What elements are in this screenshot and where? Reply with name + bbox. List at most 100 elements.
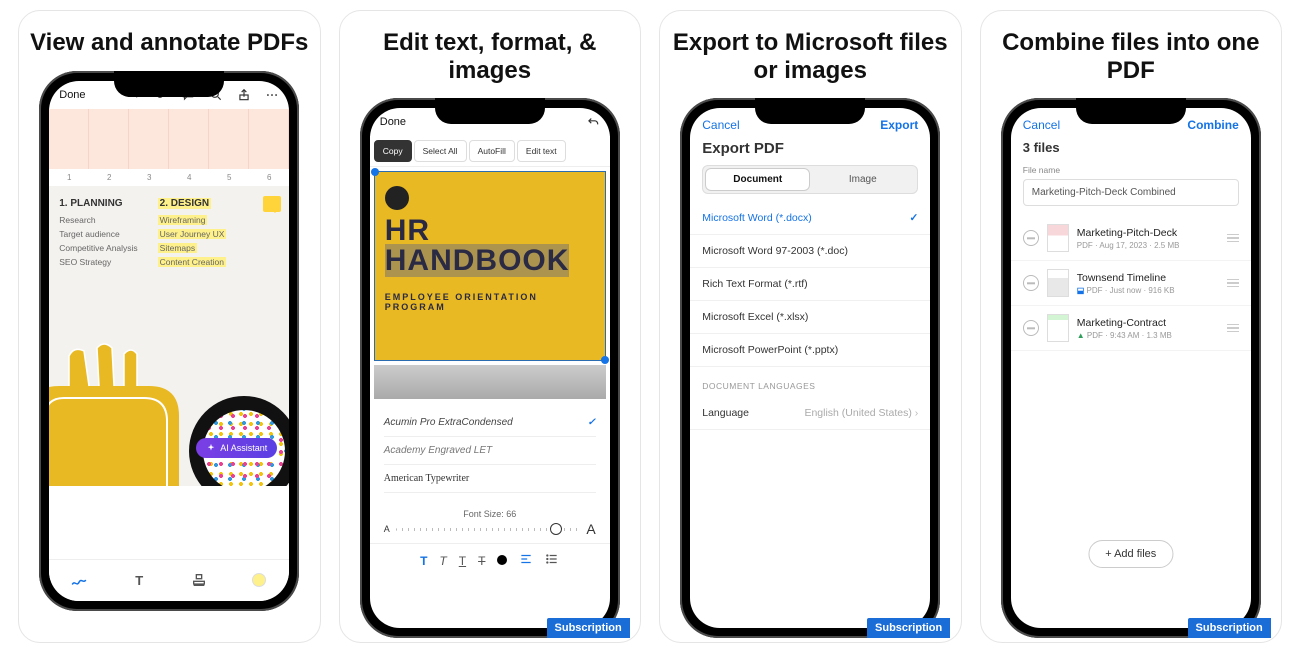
italic-icon[interactable]: T bbox=[439, 554, 446, 568]
headline: View and annotate PDFs bbox=[30, 29, 308, 57]
ai-assistant-button[interactable]: AI Assistant bbox=[196, 438, 277, 458]
file-meta: ▲ PDF · 9:43 AM · 1.3 MB bbox=[1077, 331, 1172, 340]
document-image bbox=[374, 365, 606, 399]
headline: Export to Microsoft files or images bbox=[670, 29, 951, 84]
phone-frame: Cancel Export Export PDF Document Image … bbox=[680, 98, 940, 638]
phone-notch bbox=[755, 98, 865, 124]
file-count: 3 files bbox=[1011, 136, 1251, 165]
color-icon[interactable] bbox=[497, 554, 507, 568]
phone-notch bbox=[435, 98, 545, 124]
format-option[interactable]: Rich Text Format (*.rtf) bbox=[690, 268, 930, 301]
format-option[interactable]: Microsoft Word 97-2003 (*.doc) bbox=[690, 235, 930, 268]
cancel-button[interactable]: Cancel bbox=[1023, 118, 1060, 132]
cover-subtitle: EMPLOYEE ORIENTATION PROGRAM bbox=[385, 292, 595, 312]
list-icon[interactable] bbox=[545, 552, 559, 569]
text-tool-icon[interactable]: T bbox=[130, 571, 148, 589]
drag-handle-icon[interactable] bbox=[1227, 279, 1239, 288]
file-row: Marketing-Pitch-Deck PDF · Aug 17, 2023 … bbox=[1011, 216, 1251, 261]
more-icon[interactable] bbox=[265, 88, 279, 102]
subscription-badge: Subscription bbox=[867, 618, 950, 638]
font-size-slider[interactable]: A A bbox=[370, 521, 610, 543]
file-title: Marketing-Pitch-Deck bbox=[1077, 227, 1180, 239]
format-option[interactable]: Microsoft Excel (*.xlsx) bbox=[690, 301, 930, 334]
context-menu: Copy Select All AutoFill Edit text bbox=[370, 136, 610, 167]
draw-tool-icon[interactable] bbox=[70, 571, 88, 589]
file-row: Marketing-Contract ▲ PDF · 9:43 AM · 1.3… bbox=[1011, 306, 1251, 351]
cloud-icon: ▲ bbox=[1077, 331, 1085, 340]
file-row: Townsend Timeline ⬓ PDF · Just now · 916… bbox=[1011, 261, 1251, 306]
phone-screen: Done 123456 bbox=[49, 81, 289, 601]
remove-icon[interactable] bbox=[1023, 230, 1039, 246]
font-option[interactable]: Acumin Pro ExtraCondensed✓ bbox=[384, 409, 596, 437]
share-icon[interactable] bbox=[237, 88, 251, 102]
promo-card-combine: Combine files into one PDF Cancel Combin… bbox=[980, 10, 1283, 643]
phone-frame: Done 123456 bbox=[39, 71, 299, 611]
cover-title: HRHANDBOOK bbox=[385, 216, 595, 276]
document-cover[interactable]: HRHANDBOOK EMPLOYEE ORIENTATION PROGRAM bbox=[374, 171, 606, 361]
edit-text-button[interactable]: Edit text bbox=[517, 140, 566, 162]
sticky-note-icon[interactable] bbox=[263, 196, 281, 212]
slider-knob[interactable] bbox=[550, 523, 562, 535]
font-option[interactable]: American Typewriter bbox=[384, 465, 596, 493]
format-toolbar: T T T T bbox=[370, 543, 610, 577]
promo-card-annotate: View and annotate PDFs Done bbox=[18, 10, 321, 643]
filename-label: File name bbox=[1011, 165, 1251, 179]
selection-handle-icon[interactable] bbox=[371, 168, 379, 176]
select-all-button[interactable]: Select All bbox=[414, 140, 467, 162]
copy-button[interactable]: Copy bbox=[374, 140, 412, 162]
file-title: Townsend Timeline bbox=[1077, 272, 1175, 284]
phone-notch bbox=[1076, 98, 1186, 124]
promo-card-export: Export to Microsoft files or images Canc… bbox=[659, 10, 962, 643]
planning-column: 1. PLANNING Research Target audience Com… bbox=[59, 198, 137, 271]
underline-icon[interactable]: T bbox=[459, 554, 466, 568]
page-title: Export PDF bbox=[690, 136, 930, 165]
file-title: Marketing-Contract bbox=[1077, 317, 1172, 329]
font-list: Acumin Pro ExtraCondensed✓ Academy Engra… bbox=[370, 399, 610, 503]
section-label: DOCUMENT LANGUAGES bbox=[690, 367, 930, 397]
file-thumbnail bbox=[1047, 224, 1069, 252]
tab-document[interactable]: Document bbox=[705, 168, 810, 191]
promo-card-edit: Edit text, format, & images Done Copy Se… bbox=[339, 10, 642, 643]
bottom-toolbar: T bbox=[49, 559, 289, 601]
file-meta: ⬓ PDF · Just now · 916 KB bbox=[1077, 286, 1175, 295]
undo-icon[interactable] bbox=[586, 115, 600, 129]
add-files-button[interactable]: + Add files bbox=[1088, 540, 1173, 568]
drag-handle-icon[interactable] bbox=[1227, 324, 1239, 333]
headline: Combine files into one PDF bbox=[991, 29, 1272, 84]
segmented-control: Document Image bbox=[702, 165, 918, 194]
phone-frame: Cancel Combine 3 files File name Marketi… bbox=[1001, 98, 1261, 638]
language-row[interactable]: Language English (United States) › bbox=[690, 397, 930, 430]
filename-input[interactable]: Marketing-Pitch-Deck Combined bbox=[1023, 179, 1239, 206]
remove-icon[interactable] bbox=[1023, 320, 1039, 336]
file-meta: PDF · Aug 17, 2023 · 2.5 MB bbox=[1077, 241, 1180, 250]
design-column: 2. DESIGN Wireframing User Journey UX Si… bbox=[158, 198, 227, 271]
format-option[interactable]: Microsoft PowerPoint (*.pptx) bbox=[690, 334, 930, 367]
timeline-numbers: 123456 bbox=[49, 169, 289, 186]
stamp-tool-icon[interactable] bbox=[190, 571, 208, 589]
drag-handle-icon[interactable] bbox=[1227, 234, 1239, 243]
cancel-button[interactable]: Cancel bbox=[702, 118, 739, 132]
chevron-right-icon: › bbox=[915, 407, 919, 419]
autofill-button[interactable]: AutoFill bbox=[469, 140, 515, 162]
phone-screen: Cancel Combine 3 files File name Marketi… bbox=[1011, 108, 1251, 628]
font-option[interactable]: Academy Engraved LET bbox=[384, 437, 596, 465]
subscription-badge: Subscription bbox=[1188, 618, 1271, 638]
tab-image[interactable]: Image bbox=[810, 168, 915, 191]
strike-icon[interactable]: T bbox=[478, 554, 485, 568]
done-button[interactable]: Done bbox=[59, 89, 85, 101]
selection-handle-icon[interactable] bbox=[601, 356, 609, 364]
format-option[interactable]: Microsoft Word (*.docx)✓ bbox=[690, 202, 930, 235]
phone-screen: Cancel Export Export PDF Document Image … bbox=[690, 108, 930, 628]
combine-button[interactable]: Combine bbox=[1187, 118, 1238, 132]
align-icon[interactable] bbox=[519, 552, 533, 569]
font-size-label: Font Size: 66 bbox=[370, 503, 610, 521]
subscription-badge: Subscription bbox=[547, 618, 630, 638]
phone-notch bbox=[114, 71, 224, 97]
phone-frame: Done Copy Select All AutoFill Edit text … bbox=[360, 98, 620, 638]
done-button[interactable]: Done bbox=[380, 116, 406, 128]
remove-icon[interactable] bbox=[1023, 275, 1039, 291]
export-button[interactable]: Export bbox=[880, 118, 918, 132]
cover-avatar bbox=[385, 186, 409, 210]
color-tool-icon[interactable] bbox=[250, 571, 268, 589]
bold-icon[interactable]: T bbox=[420, 554, 427, 568]
